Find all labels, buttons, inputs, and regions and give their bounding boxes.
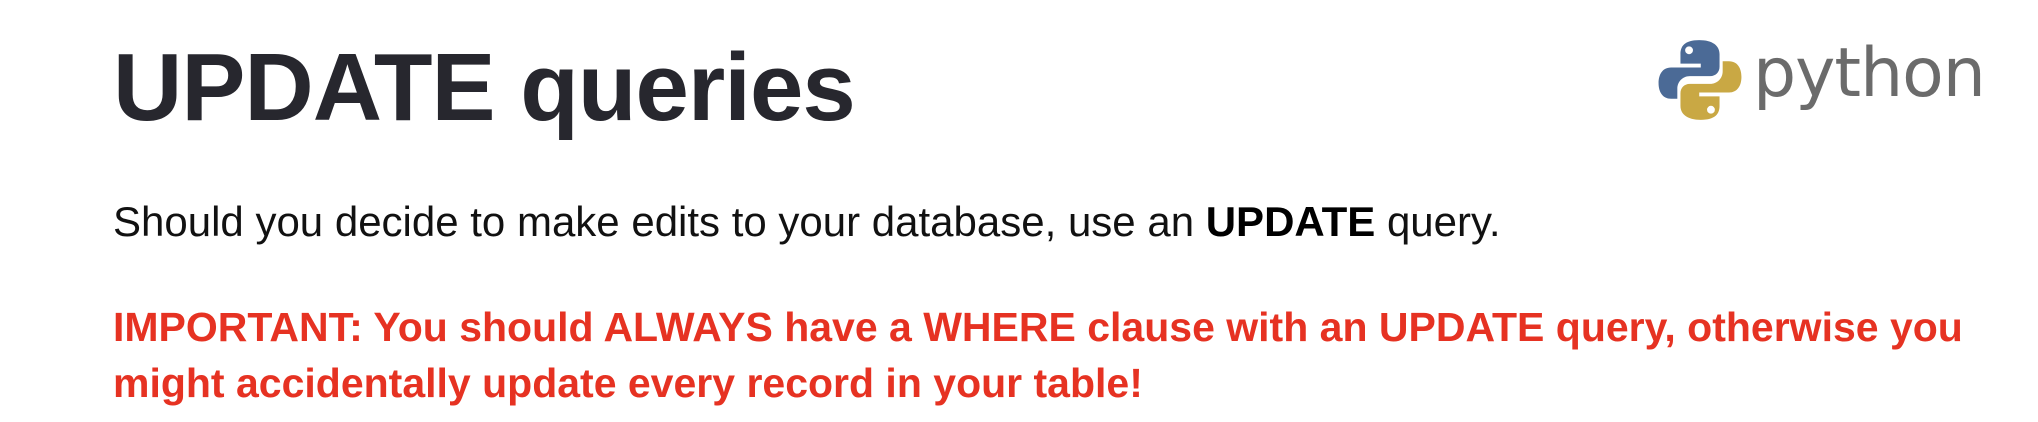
intro-text-after: query.	[1375, 198, 1501, 245]
python-logo: python	[1657, 28, 2007, 132]
intro-text-before: Should you decide to make edits to your …	[113, 198, 1206, 245]
intro-keyword: UPDATE	[1205, 198, 1376, 245]
slide: UPDATE queries python Should you decide …	[0, 0, 2038, 422]
python-wordmark: python	[1753, 34, 1986, 113]
page-title: UPDATE queries	[113, 34, 856, 141]
warning-text: IMPORTANT: You should ALWAYS have a WHER…	[113, 304, 1963, 406]
python-logo-icon	[1658, 40, 1742, 120]
intro-paragraph: Should you decide to make edits to your …	[113, 194, 1501, 250]
